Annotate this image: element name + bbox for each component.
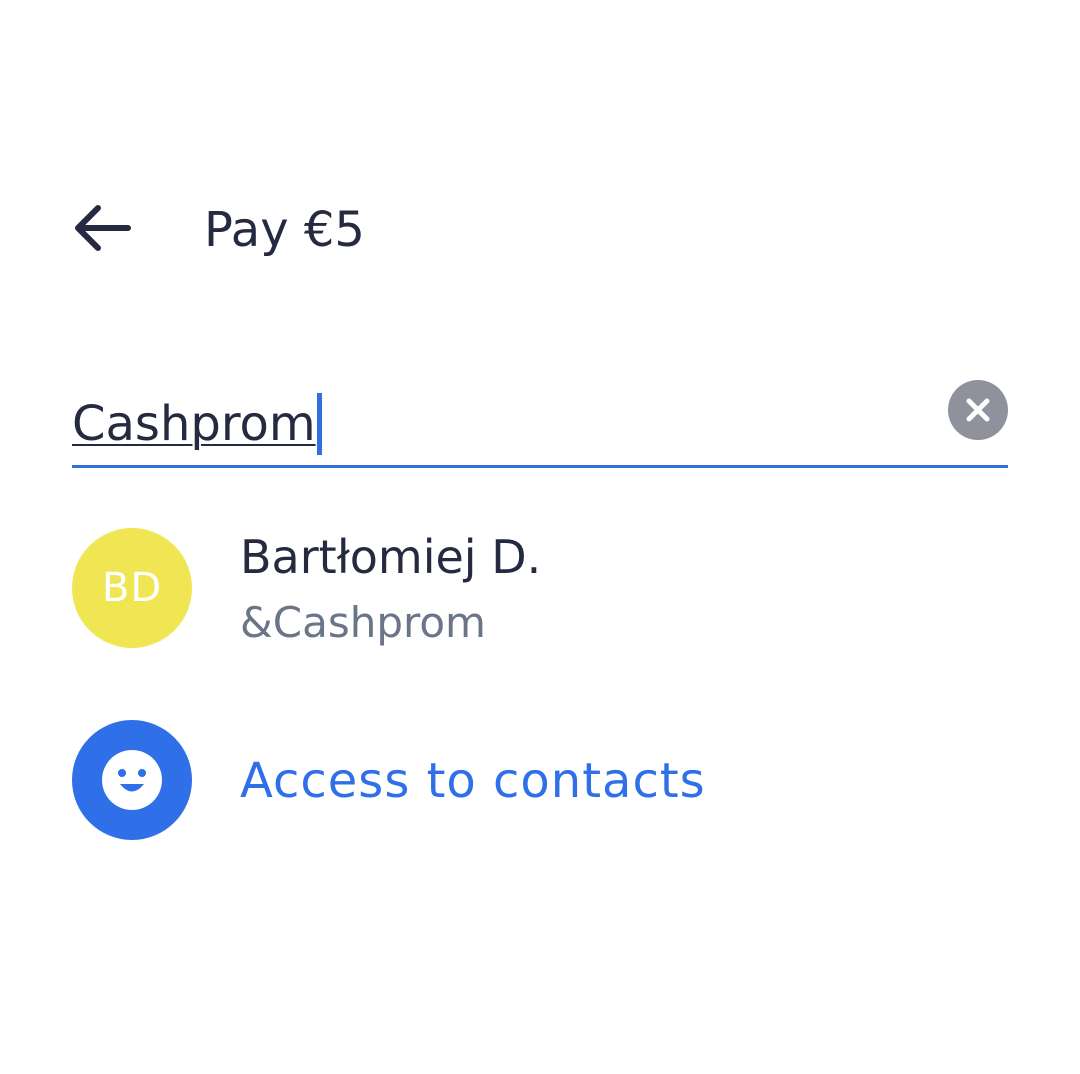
close-icon: [966, 398, 990, 422]
avatar: BD: [72, 528, 192, 648]
result-handle: &Cashprom: [240, 598, 486, 647]
page-title: Pay €5: [204, 202, 365, 258]
access-contacts-button[interactable]: Access to contacts: [72, 720, 1008, 840]
smiley-face-icon: [102, 750, 162, 810]
text-caret: [316, 393, 322, 455]
search-input-value: Cashprom: [72, 396, 316, 452]
contacts-icon-badge: [72, 720, 192, 840]
arrow-left-icon: [75, 205, 131, 251]
result-name: Bartłomiej D.: [240, 530, 542, 584]
search-input[interactable]: Cashprom: [72, 392, 322, 456]
pay-recipient-screen: Pay €5 Cashprom BD Bartłomiej D. &Cashpr…: [0, 0, 1080, 1074]
search-result-item[interactable]: BD Bartłomiej D. &Cashprom: [72, 528, 1008, 648]
access-contacts-label: Access to contacts: [240, 753, 706, 809]
clear-search-button[interactable]: [948, 380, 1008, 440]
search-field[interactable]: Cashprom: [72, 378, 1008, 468]
back-button[interactable]: [66, 196, 138, 260]
